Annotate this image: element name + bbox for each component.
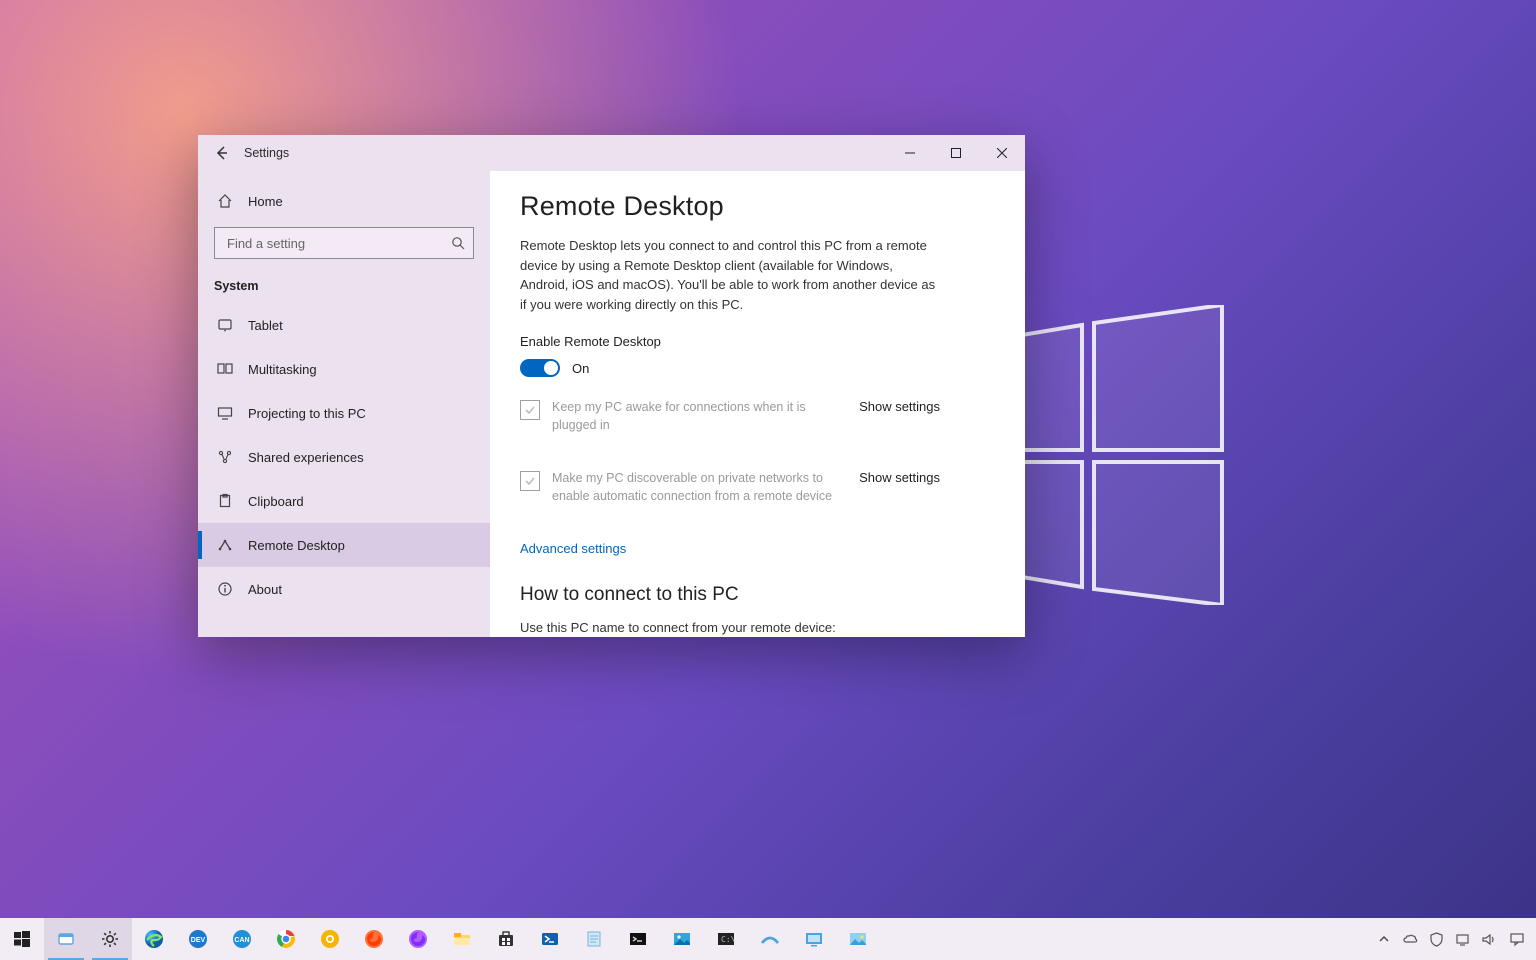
- keep-awake-label: Keep my PC awake for connections when it…: [552, 399, 852, 434]
- taskbar-firefox-nightly[interactable]: [396, 918, 440, 960]
- start-button[interactable]: [0, 918, 44, 960]
- tray-onedrive-icon[interactable]: [1398, 918, 1422, 960]
- page-title: Remote Desktop: [520, 191, 995, 222]
- sidebar-item-about[interactable]: About: [198, 567, 490, 611]
- keep-awake-checkbox[interactable]: [520, 400, 540, 420]
- sidebar-item-multitasking[interactable]: Multitasking: [198, 347, 490, 391]
- sidebar-home[interactable]: Home: [198, 179, 490, 223]
- sidebar-item-label: Tablet: [248, 318, 283, 333]
- taskbar-notepad[interactable]: [572, 918, 616, 960]
- sidebar-item-tablet[interactable]: Tablet: [198, 303, 490, 347]
- projecting-icon: [216, 405, 234, 421]
- keep-awake-checkbox-row: Keep my PC awake for connections when it…: [520, 399, 852, 434]
- clipboard-icon: [216, 493, 234, 509]
- taskbar-file-explorer[interactable]: [440, 918, 484, 960]
- taskbar-terminal[interactable]: [616, 918, 660, 960]
- taskbar-taskview[interactable]: [44, 918, 88, 960]
- search-input-wrap[interactable]: [214, 227, 474, 259]
- multitasking-icon: [216, 361, 234, 377]
- sidebar-item-label: Multitasking: [248, 362, 317, 377]
- info-icon: [216, 581, 234, 597]
- taskbar-app-monitor[interactable]: [792, 918, 836, 960]
- enable-remote-desktop-toggle[interactable]: [520, 359, 560, 377]
- settings-window: Settings Home: [198, 135, 1025, 637]
- toggle-state: On: [572, 361, 589, 376]
- tray-volume-icon[interactable]: [1476, 918, 1500, 960]
- taskbar-edge[interactable]: [132, 918, 176, 960]
- back-button[interactable]: [198, 135, 244, 171]
- titlebar: Settings: [198, 135, 1025, 171]
- sidebar-item-label: Remote Desktop: [248, 538, 345, 553]
- taskbar: DEV CAN: [0, 918, 1536, 960]
- tray-network-icon[interactable]: [1450, 918, 1474, 960]
- sidebar-item-label: About: [248, 582, 282, 597]
- taskbar-photos[interactable]: [660, 918, 704, 960]
- desktop-wallpaper: Settings Home: [0, 0, 1536, 960]
- tray-overflow[interactable]: [1372, 918, 1396, 960]
- remote-desktop-icon: [216, 537, 234, 553]
- taskbar-firefox[interactable]: [352, 918, 396, 960]
- discoverable-checkbox-row: Make my PC discoverable on private netwo…: [520, 470, 852, 505]
- discoverable-checkbox[interactable]: [520, 471, 540, 491]
- home-icon: [216, 193, 234, 209]
- settings-sidebar: Home System: [198, 171, 490, 637]
- svg-text:DEV: DEV: [191, 937, 206, 944]
- taskbar-cmd[interactable]: C:\: [704, 918, 748, 960]
- tablet-icon: [216, 317, 234, 333]
- taskbar-settings[interactable]: [88, 918, 132, 960]
- sidebar-item-label: Shared experiences: [248, 450, 364, 465]
- taskbar-chrome[interactable]: [264, 918, 308, 960]
- sidebar-section-system: System: [198, 269, 490, 303]
- sidebar-item-label: Clipboard: [248, 494, 304, 509]
- how-to-connect-heading: How to connect to this PC: [520, 584, 995, 606]
- taskbar-chrome-canary[interactable]: [308, 918, 352, 960]
- taskbar-app-picture[interactable]: [836, 918, 880, 960]
- sidebar-item-clipboard[interactable]: Clipboard: [198, 479, 490, 523]
- advanced-settings-link[interactable]: Advanced settings: [520, 541, 995, 556]
- settings-content: Remote Desktop Remote Desktop lets you c…: [490, 171, 1025, 637]
- show-settings-link-1[interactable]: Show settings: [859, 399, 940, 414]
- search-input[interactable]: [225, 235, 451, 252]
- page-description: Remote Desktop lets you connect to and c…: [520, 236, 940, 314]
- taskbar-powershell[interactable]: [528, 918, 572, 960]
- sidebar-home-label: Home: [248, 194, 283, 209]
- enable-remote-desktop-label: Enable Remote Desktop: [520, 334, 995, 349]
- close-button[interactable]: [979, 135, 1025, 171]
- sidebar-section-label: System: [214, 279, 258, 293]
- shared-experiences-icon: [216, 449, 234, 465]
- how-to-connect-text: Use this PC name to connect from your re…: [520, 620, 995, 635]
- sidebar-item-projecting[interactable]: Projecting to this PC: [198, 391, 490, 435]
- show-settings-link-2[interactable]: Show settings: [859, 470, 940, 485]
- taskbar-app-blue[interactable]: [748, 918, 792, 960]
- taskbar-edge-dev[interactable]: DEV: [176, 918, 220, 960]
- sidebar-item-label: Projecting to this PC: [248, 406, 366, 421]
- sidebar-item-remote-desktop[interactable]: Remote Desktop: [198, 523, 490, 567]
- window-title: Settings: [244, 146, 887, 160]
- svg-text:C:\: C:\: [721, 935, 736, 944]
- taskbar-edge-canary[interactable]: CAN: [220, 918, 264, 960]
- sidebar-item-shared-experiences[interactable]: Shared experiences: [198, 435, 490, 479]
- search-icon: [451, 236, 465, 250]
- taskbar-store[interactable]: [484, 918, 528, 960]
- tray-security-icon[interactable]: [1424, 918, 1448, 960]
- discoverable-label: Make my PC discoverable on private netwo…: [552, 470, 852, 505]
- svg-text:CAN: CAN: [234, 937, 249, 944]
- minimize-button[interactable]: [887, 135, 933, 171]
- tray-action-center-icon[interactable]: [1502, 918, 1532, 960]
- maximize-button[interactable]: [933, 135, 979, 171]
